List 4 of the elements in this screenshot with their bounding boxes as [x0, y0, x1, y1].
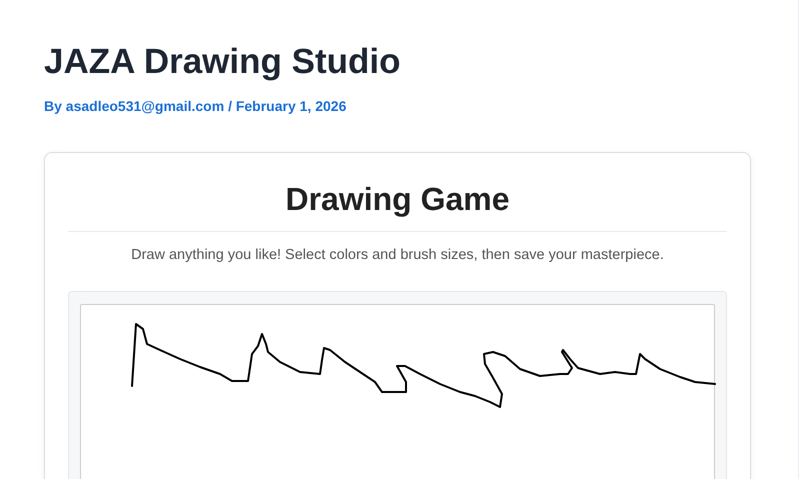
page-title: JAZA Drawing Studio [44, 41, 402, 83]
card-description: Draw anything you like! Select colors and brush sizes, then save your masterpiece. [130, 247, 665, 263]
card-heading: Drawing Game [284, 180, 511, 219]
post-byline: By asadleo531@gmail.com / February 1, 2026 [44, 98, 348, 114]
